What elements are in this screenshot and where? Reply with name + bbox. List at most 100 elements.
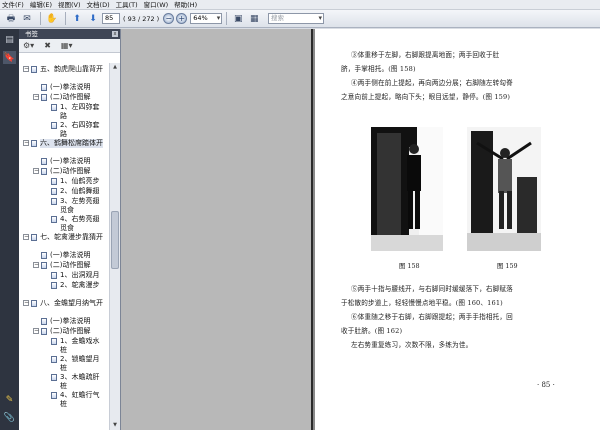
bookmark-item[interactable]: (一)拳法说明 <box>33 251 105 260</box>
panel-header: 书签 x <box>19 29 120 39</box>
bookmark-label: 五、韵虎爬山靠背开 <box>40 65 103 73</box>
bookmark-icon <box>51 122 57 129</box>
email-icon[interactable]: ✉ <box>20 12 34 26</box>
text-line: 左右势重复练习，次数不限，多练为佳。 <box>351 341 473 349</box>
text-line: ⑤两手十指与腰线开，与右脚同时缓缓落下，右脚赋落 <box>351 285 513 293</box>
bookmark-icon <box>31 66 37 73</box>
bookmark-item[interactable]: 3、左势亮翅觅食 <box>43 197 105 215</box>
panel-toolbar: ⚙▾ ✖ ▦▾ <box>19 39 120 53</box>
collapse-icon[interactable]: − <box>23 234 29 240</box>
bookmark-item[interactable]: − (二)动作图解 <box>33 167 105 176</box>
bookmark-item[interactable]: 1、仙鹤亮步 <box>43 177 105 186</box>
bookmark-item[interactable]: − (二)动作图解 <box>33 327 105 336</box>
hand-tool-icon[interactable]: ✋ <box>45 12 59 26</box>
menu-edit[interactable]: 编辑(E) <box>30 0 52 10</box>
scroll-up-icon[interactable]: ▲ <box>111 64 119 71</box>
page-total-label: ( 93 / 272 ) <box>123 14 160 23</box>
collapse-icon[interactable]: − <box>23 140 29 146</box>
bookmark-item[interactable]: − 八、金蟾望月纳气开 <box>23 299 105 308</box>
bookmark-scrollbar[interactable]: ▲ ▼ <box>109 63 120 430</box>
bookmark-item[interactable]: − 七、鸵禽漫步靠猜开 <box>23 233 105 242</box>
bookmark-item[interactable]: (一)拳法说明 <box>33 157 105 166</box>
close-icon[interactable]: x <box>112 31 118 37</box>
bookmark-label: 3、木蟾疏肝桩 <box>60 373 100 390</box>
new-bookmark-icon[interactable]: ▦▾ <box>61 41 73 50</box>
bookmark-item[interactable]: 2、鸵禽漫步 <box>43 281 105 290</box>
bookmark-icon <box>51 392 57 399</box>
bookmark-item[interactable]: 1、金蟾戏水桩 <box>43 337 105 355</box>
bookmark-icon <box>41 168 47 175</box>
bookmark-item[interactable]: 2、右四弥套路 <box>43 121 105 139</box>
bookmark-icon <box>41 84 47 91</box>
scroll-thumb[interactable] <box>111 211 119 269</box>
bookmark-item[interactable]: − 五、韵虎爬山靠背开 <box>23 65 105 74</box>
collapse-icon[interactable]: − <box>33 328 39 334</box>
bookmark-icon <box>51 104 57 111</box>
bookmark-label: 2、右四弥套路 <box>60 121 100 138</box>
collapse-icon[interactable]: − <box>33 262 39 268</box>
collapse-icon[interactable]: − <box>23 300 29 306</box>
fit-page-icon[interactable]: ▦ <box>247 12 261 26</box>
bookmark-item[interactable]: − (二)动作图解 <box>33 261 105 270</box>
options-icon[interactable]: ⚙▾ <box>23 41 34 50</box>
menu-file[interactable]: 文件(F) <box>2 0 24 10</box>
bookmark-item[interactable]: 4、右势亮翅觅食 <box>43 215 105 233</box>
bookmark-label: 3、左势亮翅觅食 <box>60 197 100 214</box>
bookmark-item[interactable]: − 六、鹤舞松席踏体开 <box>23 139 105 148</box>
bookmark-item[interactable]: (一)拳法说明 <box>33 83 105 92</box>
search-input[interactable]: 搜索 <box>268 13 324 24</box>
text-line: 于松散的步道上，轻轻慢慢点地平稳。(图 160、161) <box>341 299 503 307</box>
bookmark-item[interactable]: 1、出洞观月 <box>43 271 105 280</box>
bookmark-item[interactable]: 2、仙鹤舞翅 <box>43 187 105 196</box>
collapse-icon[interactable]: − <box>23 66 29 72</box>
toolbar-divider <box>65 12 66 25</box>
toolbar-divider <box>40 12 41 25</box>
pages-icon[interactable]: ▤ <box>3 33 16 46</box>
bookmark-tree: − 五、韵虎爬山靠背开 (一)拳法说明 − (二)动作图解 1、左四弥套路 2、右四弥套路 −… <box>19 63 109 430</box>
collapse-icon[interactable]: − <box>33 168 39 174</box>
menu-window[interactable]: 窗口(W) <box>144 0 169 10</box>
panel-title: 书签 <box>25 30 38 38</box>
bookmark-icon <box>31 140 37 147</box>
text-line: ③体重移于左脚，右脚跟提离地面；两手回收于肚 <box>351 51 500 59</box>
menu-document[interactable]: 文档(D) <box>87 0 110 10</box>
bookmark-icon <box>31 234 37 241</box>
zoom-out-icon[interactable]: − <box>163 13 175 24</box>
previous-page-icon[interactable]: ⬆ <box>70 12 84 26</box>
delete-icon[interactable]: ✖ <box>44 41 51 50</box>
text-line: 之意向前上提起，略向下头；眼目远望，静停。(图 159) <box>341 93 511 101</box>
menu-help[interactable]: 帮助(H) <box>174 0 197 10</box>
save-icon[interactable]: ▣ <box>231 12 245 26</box>
zoom-select[interactable]: 64% <box>190 13 223 24</box>
comments-icon[interactable]: ✎ <box>3 393 16 406</box>
bookmark-icon <box>41 262 47 269</box>
text-line: 脐，手掌相托。(图 158) <box>341 65 416 73</box>
collapse-icon[interactable]: − <box>33 94 39 100</box>
bookmark-icon <box>51 272 57 279</box>
bookmarks-icon[interactable]: 🔖 <box>3 51 16 64</box>
bookmark-icon <box>41 318 47 325</box>
bookmark-item[interactable]: 1、左四弥套路 <box>43 103 105 121</box>
next-page-icon[interactable]: ⬇ <box>86 12 100 26</box>
bookmark-label: (二)动作图解 <box>50 327 91 335</box>
page-number-input[interactable]: 85 <box>102 13 120 24</box>
print-icon[interactable]: 🖶 <box>4 12 18 26</box>
previous-page-gap <box>121 29 313 430</box>
document-area: ③体重移于左脚，右脚跟提离地面；两手回收于肚 脐，手掌相托。(图 158) ④两… <box>121 29 600 430</box>
scroll-down-icon[interactable]: ▼ <box>111 422 119 429</box>
bookmark-item[interactable]: 4、虹蟾行气桩 <box>43 391 105 409</box>
bookmark-item[interactable]: 3、木蟾疏肝桩 <box>43 373 105 391</box>
menu-tools[interactable]: 工具(T) <box>116 0 138 10</box>
menu-view[interactable]: 视图(V) <box>58 0 81 10</box>
zoom-in-icon[interactable]: + <box>176 13 188 24</box>
attachments-icon[interactable]: 📎 <box>3 411 16 424</box>
page-number: · 85 · <box>537 381 555 389</box>
bookmark-item[interactable]: (一)拳法说明 <box>33 317 105 326</box>
bookmark-label: (一)拳法说明 <box>50 317 91 325</box>
bookmark-label: (二)动作图解 <box>50 93 91 101</box>
bookmark-item[interactable]: − (二)动作图解 <box>33 93 105 102</box>
bookmark-label: 2、仙鹤舞翅 <box>60 187 100 195</box>
bookmark-label: (一)拳法说明 <box>50 251 91 259</box>
bookmark-item[interactable]: 2、锁蟾望月桩 <box>43 355 105 373</box>
figure-caption: 图 159 <box>497 262 518 270</box>
